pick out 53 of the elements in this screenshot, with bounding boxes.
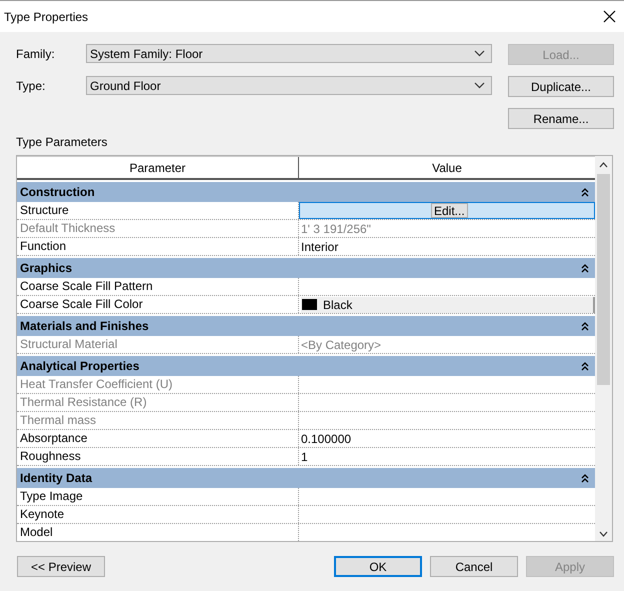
group-title: Graphics — [20, 261, 72, 275]
group-title: Analytical Properties — [20, 359, 140, 373]
parameter-name: Thermal mass — [17, 412, 299, 429]
group-header[interactable]: Analytical Properties — [17, 356, 595, 376]
group-header[interactable]: Graphics — [17, 258, 595, 278]
group-header[interactable]: Construction — [17, 182, 595, 202]
parameter-name: Thermal Resistance (R) — [17, 394, 299, 411]
color-button[interactable]: Black — [301, 296, 595, 312]
parameter-value: 1 — [301, 450, 308, 464]
parameter-name: Default Thickness — [17, 220, 299, 237]
group-title: Materials and Finishes — [20, 319, 149, 333]
parameter-name: Keynote — [17, 506, 299, 523]
window-title: Type Properties — [4, 10, 88, 24]
column-header[interactable]: Value — [299, 157, 595, 178]
dialog-button[interactable]: Cancel — [430, 556, 518, 577]
parameter-value: Interior — [301, 240, 338, 254]
collapse-icon[interactable] — [581, 474, 589, 482]
parameter-name: Coarse Scale Fill Pattern — [17, 278, 299, 295]
parameter-name: Absorptance — [17, 430, 299, 447]
scroll-up-icon[interactable] — [599, 162, 608, 168]
field-label: Type: — [16, 78, 46, 92]
parameter-name: Model — [17, 524, 299, 541]
parameter-name: Structural Material — [17, 336, 299, 353]
section-title: Type Parameters — [16, 135, 108, 149]
parameter-name: Coarse Scale Fill Color — [17, 296, 299, 313]
close-icon[interactable] — [603, 10, 616, 23]
column-header[interactable]: Parameter — [17, 157, 299, 178]
group-header[interactable]: Identity Data — [17, 468, 595, 488]
parameter-name: Function — [17, 238, 299, 255]
dropdown-field[interactable]: Ground Floor — [86, 76, 492, 95]
dialog-button[interactable]: Duplicate... — [508, 76, 614, 97]
scrollbar[interactable] — [595, 156, 612, 541]
group-title: Identity Data — [20, 471, 92, 485]
selected-value-cell[interactable]: Edit... — [299, 202, 595, 219]
parameter-name: Heat Transfer Coefficient (U) — [17, 376, 299, 393]
group-header[interactable]: Materials and Finishes — [17, 316, 595, 336]
scroll-down-icon[interactable] — [599, 531, 608, 537]
collapse-icon[interactable] — [581, 188, 589, 196]
collapse-icon[interactable] — [581, 264, 589, 272]
parameter-name: Roughness — [17, 448, 299, 465]
dialog-button[interactable]: Rename... — [508, 108, 614, 129]
parameter-value: 0.100000 — [301, 432, 352, 446]
dialog-button[interactable]: OK — [334, 556, 422, 577]
dialog-button[interactable]: << Preview — [17, 556, 105, 577]
dropdown-field[interactable]: System Family: Floor — [86, 44, 492, 63]
group-title: Construction — [20, 185, 95, 199]
edit-button[interactable]: Edit... — [431, 203, 468, 218]
collapse-icon[interactable] — [581, 322, 589, 330]
parameter-name: Type Image — [17, 488, 299, 505]
collapse-icon[interactable] — [581, 362, 589, 370]
parameter-value: <By Category> — [301, 338, 382, 352]
field-label: Family: — [16, 46, 56, 60]
parameter-value: 1' 3 191/256" — [301, 222, 371, 236]
